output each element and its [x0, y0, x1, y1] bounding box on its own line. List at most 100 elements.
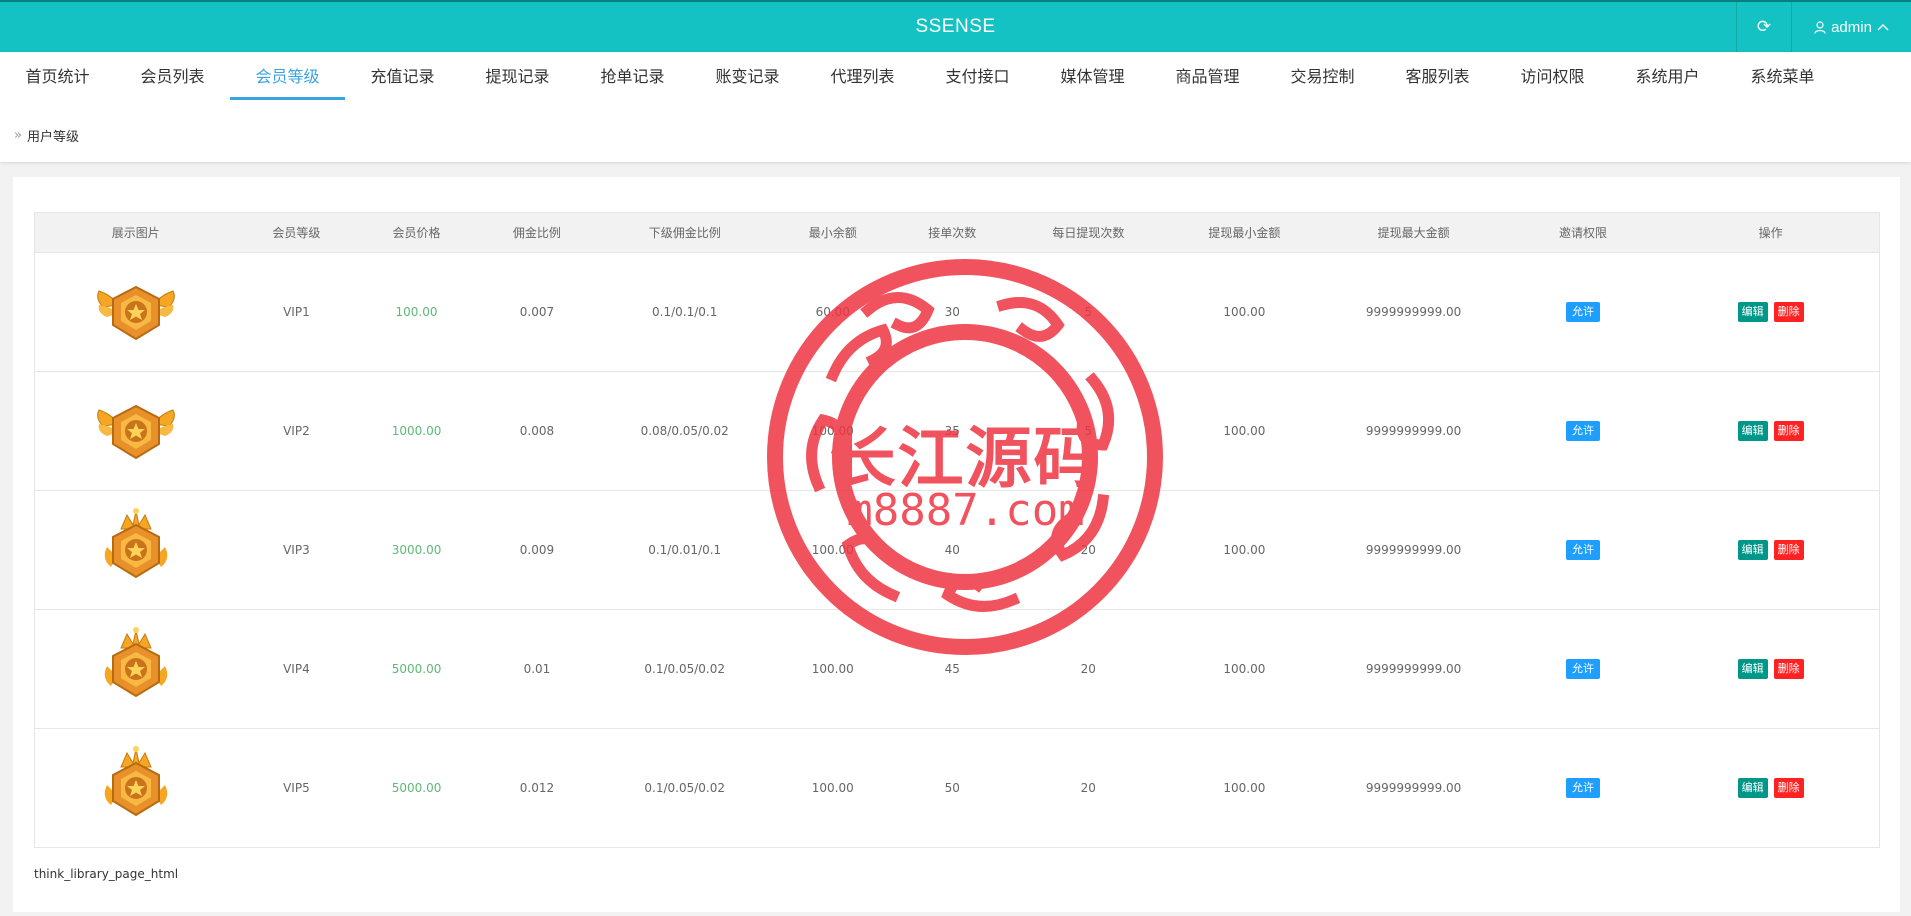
tab-12[interactable]: 客服列表: [1380, 52, 1495, 98]
member-price: 3000.00: [356, 490, 477, 610]
order-count: 40: [893, 490, 1012, 610]
min-balance: 100.00: [772, 490, 894, 610]
medal-cell: [34, 490, 237, 610]
delete-button[interactable]: 删除: [1773, 302, 1804, 322]
column-header: 会员价格: [356, 212, 477, 253]
medal-cell: [34, 728, 237, 848]
withdraw-min: 100.00: [1165, 728, 1324, 848]
sub-commission-rate: 0.1/0.1/0.1: [597, 252, 773, 372]
commission-rate: 0.01: [476, 609, 598, 729]
daily-withdraw-count: 5: [1011, 252, 1166, 372]
order-count: 50: [893, 728, 1012, 848]
member-price: 5000.00: [356, 728, 477, 848]
column-header: 邀请权限: [1503, 212, 1663, 253]
edit-button[interactable]: 编辑: [1737, 302, 1768, 322]
tab-8[interactable]: 支付接口: [920, 52, 1035, 98]
sub-commission-rate: 0.1/0.05/0.02: [597, 609, 773, 729]
commission-rate: 0.012: [476, 728, 598, 848]
column-header: 会员等级: [236, 212, 357, 253]
chevron-up-icon: [1877, 24, 1889, 31]
order-count: 35: [893, 371, 1012, 491]
invite-permission-toggle[interactable]: 允许: [1566, 659, 1601, 679]
member-level-table: 展示图片 会员等级 会员价格 佣金比例 下级佣金比例 最小余额 接单次数 每日提现次数 提现最小…: [34, 212, 1880, 848]
tab-2[interactable]: 会员等级: [230, 52, 345, 100]
member-price: 1000.00: [356, 371, 477, 491]
invite-permission-toggle[interactable]: 允许: [1566, 540, 1601, 560]
tab-10[interactable]: 商品管理: [1150, 52, 1265, 98]
invite-permission-toggle[interactable]: 允许: [1566, 778, 1601, 798]
withdraw-max: 9999999999.00: [1323, 728, 1504, 848]
top-bar: SSENSE ⟳ admin: [0, 0, 1911, 52]
commission-rate: 0.008: [476, 371, 598, 491]
refresh-icon: ⟳: [1756, 17, 1772, 37]
daily-withdraw-count: 20: [1011, 728, 1166, 848]
vip-level: VIP5: [236, 728, 357, 848]
commission-rate: 0.007: [476, 252, 598, 372]
invite-permission-toggle[interactable]: 允许: [1566, 302, 1601, 322]
invite-cell: 允许: [1503, 609, 1663, 729]
edit-button[interactable]: 编辑: [1737, 659, 1768, 679]
daily-withdraw-count: 20: [1011, 609, 1166, 729]
tab-11[interactable]: 交易控制: [1265, 52, 1380, 98]
withdraw-min: 100.00: [1165, 490, 1324, 610]
order-count: 30: [893, 252, 1012, 372]
actions-cell: 编辑 删除: [1662, 371, 1880, 491]
vip-level: VIP3: [236, 490, 357, 610]
table-row: VIP1 100.00 0.007 0.1/0.1/0.1 60.00 30 5 100.00…: [34, 252, 1880, 372]
tab-5[interactable]: 抢单记录: [575, 52, 690, 98]
user-menu[interactable]: admin: [1791, 2, 1911, 52]
sub-commission-rate: 0.08/0.05/0.02: [597, 371, 773, 491]
table-row: VIP3 3000.00 0.009 0.1/0.01/0.1 100.00 40 20 10…: [34, 490, 1880, 610]
tab-15[interactable]: 系统菜单: [1725, 52, 1840, 98]
table-row: VIP5 5000.00 0.012 0.1/0.05/0.02 100.00 50 20 1…: [34, 728, 1880, 848]
tab-4[interactable]: 提现记录: [460, 52, 575, 98]
tab-0[interactable]: 首页统计: [0, 52, 115, 98]
daily-withdraw-count: 5: [1011, 371, 1166, 491]
content-panel: 展示图片 会员等级 会员价格 佣金比例 下级佣金比例 最小余额 接单次数 每日提现次数 提现最小…: [13, 177, 1900, 912]
main-tabs: 首页统计 会员列表 会员等级 充值记录 提现记录 抢单记录 账变记录 代理列表 支付接口 媒体管理…: [0, 52, 1840, 100]
vip-level: VIP2: [236, 371, 357, 491]
app-title: SSENSE: [915, 16, 996, 37]
sub-commission-rate: 0.1/0.01/0.1: [597, 490, 773, 610]
member-price: 5000.00: [356, 609, 477, 729]
nav-bar: 首页统计 会员列表 会员等级 充值记录 提现记录 抢单记录 账变记录 代理列表 支付接口 媒体管理…: [0, 52, 1911, 162]
column-header: 每日提现次数: [1011, 212, 1166, 253]
medal-cell: [34, 609, 237, 729]
tab-7[interactable]: 代理列表: [805, 52, 920, 98]
delete-button[interactable]: 删除: [1773, 421, 1804, 441]
order-count: 45: [893, 609, 1012, 729]
min-balance: 100.00: [772, 609, 894, 729]
invite-cell: 允许: [1503, 252, 1663, 372]
refresh-button[interactable]: ⟳: [1736, 2, 1791, 52]
delete-button[interactable]: 删除: [1773, 540, 1804, 560]
min-balance: 100.00: [772, 371, 894, 491]
actions-cell: 编辑 删除: [1662, 252, 1880, 372]
table-row: VIP2 1000.00 0.008 0.08/0.05/0.02 100.00 35 5 1…: [34, 371, 1880, 491]
actions-cell: 编辑 删除: [1662, 609, 1880, 729]
tab-3[interactable]: 充值记录: [345, 52, 460, 98]
username: admin: [1831, 18, 1872, 36]
medal-cell: [34, 252, 237, 372]
vip-medal-icon: [93, 285, 179, 341]
column-header: 提现最小金额: [1165, 212, 1324, 253]
edit-button[interactable]: 编辑: [1737, 540, 1768, 560]
invite-permission-toggle[interactable]: 允许: [1566, 421, 1601, 441]
daily-withdraw-count: 20: [1011, 490, 1166, 610]
vip-medal-icon: [93, 746, 179, 817]
column-header: 展示图片: [34, 212, 237, 253]
tab-9[interactable]: 媒体管理: [1035, 52, 1150, 98]
delete-button[interactable]: 删除: [1773, 659, 1804, 679]
tab-1[interactable]: 会员列表: [115, 52, 230, 98]
tab-6[interactable]: 账变记录: [690, 52, 805, 98]
edit-button[interactable]: 编辑: [1737, 421, 1768, 441]
edit-button[interactable]: 编辑: [1737, 778, 1768, 798]
min-balance: 100.00: [772, 728, 894, 848]
column-header: 最小余额: [772, 212, 894, 253]
vip-level: VIP4: [236, 609, 357, 729]
actions-cell: 编辑 删除: [1662, 728, 1880, 848]
delete-button[interactable]: 删除: [1773, 778, 1804, 798]
column-header: 提现最大金额: [1323, 212, 1504, 253]
withdraw-min: 100.00: [1165, 371, 1324, 491]
tab-13[interactable]: 访问权限: [1495, 52, 1610, 98]
tab-14[interactable]: 系统用户: [1610, 52, 1725, 98]
